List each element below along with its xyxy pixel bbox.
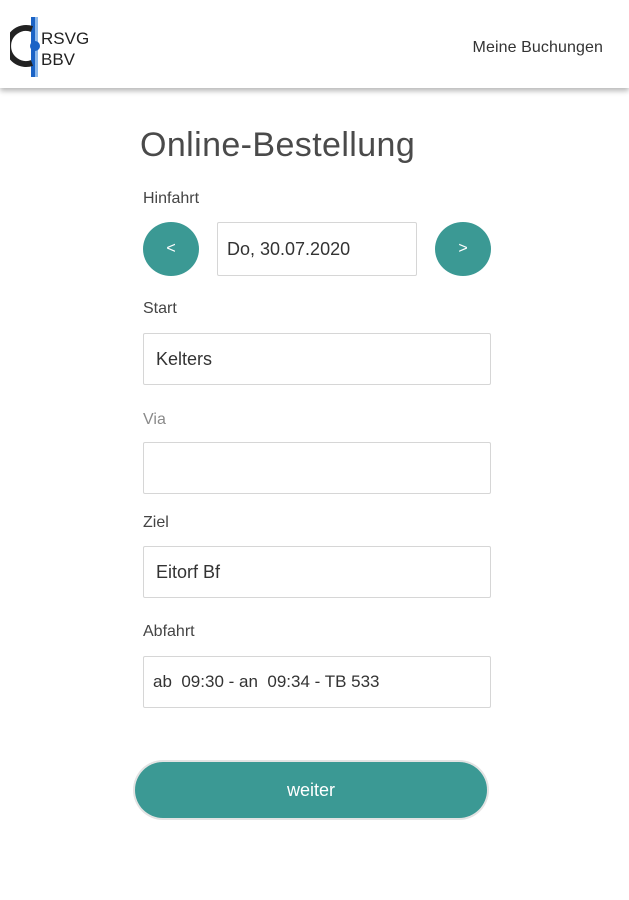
logo-text-rsvg: RSVG bbox=[41, 29, 89, 48]
logo-text-bbv: BBV bbox=[41, 50, 76, 69]
start-label: Start bbox=[143, 300, 177, 317]
previous-date-button[interactable]: < bbox=[143, 222, 199, 276]
destination-input[interactable]: Eitorf Bf bbox=[143, 546, 491, 598]
travel-date-value: Do, 30.07.2020 bbox=[227, 238, 351, 259]
my-bookings-link[interactable]: Meine Buchungen bbox=[473, 39, 603, 57]
next-date-button[interactable]: > bbox=[435, 222, 491, 276]
departure-value: ab 09:30 - an 09:34 - TB 533 bbox=[153, 672, 380, 691]
app-header: RSVG BBV Meine Buchungen bbox=[0, 0, 629, 88]
travel-date-field[interactable]: Do, 30.07.2020 bbox=[217, 222, 417, 276]
start-value: Kelters bbox=[156, 348, 213, 369]
start-input[interactable]: Kelters bbox=[143, 333, 491, 385]
booking-form: Online-Bestellung Hinfahrt < Do, 30.07.2… bbox=[0, 88, 629, 900]
next-date-label: > bbox=[458, 240, 468, 257]
rsvg-bbv-logo[interactable]: RSVG BBV bbox=[5, 16, 100, 78]
continue-button[interactable]: weiter bbox=[135, 762, 487, 818]
previous-date-label: < bbox=[166, 240, 176, 257]
via-label: Via bbox=[143, 411, 166, 428]
abfahrt-label: Abfahrt bbox=[143, 623, 195, 640]
via-input[interactable] bbox=[143, 442, 491, 494]
destination-value: Eitorf Bf bbox=[156, 561, 221, 582]
page-title: Online-Bestellung bbox=[140, 126, 416, 164]
ziel-label: Ziel bbox=[143, 514, 169, 531]
hinfahrt-label: Hinfahrt bbox=[143, 190, 200, 207]
departure-select[interactable]: ab 09:30 - an 09:34 - TB 533 bbox=[143, 656, 491, 708]
